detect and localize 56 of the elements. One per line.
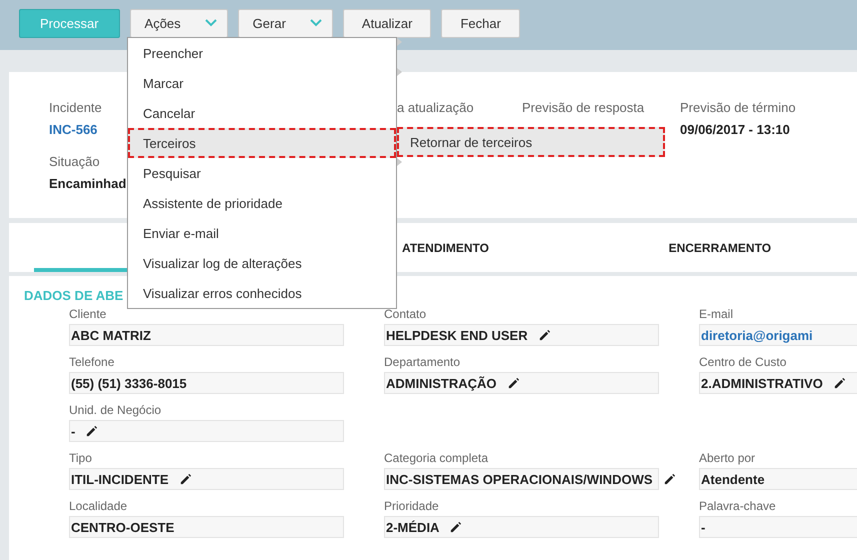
incident-link[interactable]: INC-566 xyxy=(49,122,98,137)
field-label: Prioridade xyxy=(384,499,439,513)
menu-item[interactable]: Cancelar xyxy=(128,98,396,128)
field-label: Telefone xyxy=(69,355,114,369)
field-label: Previsão de término xyxy=(680,100,796,115)
pencil-icon[interactable] xyxy=(662,472,676,486)
field-label: a atualização xyxy=(397,100,474,115)
field-value-box[interactable]: HELPDESK END USER xyxy=(384,324,659,346)
menu-item[interactable]: Assistente de prioridade xyxy=(128,188,396,218)
field-value-box[interactable]: ADMINISTRAÇÃO xyxy=(384,372,659,394)
field-value-box[interactable]: CENTRO-OESTE xyxy=(69,516,344,538)
pencil-icon[interactable] xyxy=(178,472,192,486)
field-label: Previsão de resposta xyxy=(522,100,644,115)
field-label: Incidente xyxy=(49,100,102,115)
field-value-box[interactable]: ABC MATRIZ xyxy=(69,324,344,346)
field-value-box[interactable]: 2.ADMINISTRATIVO xyxy=(699,372,857,394)
toolbar-button[interactable]: Atualizar xyxy=(342,8,432,38)
field-label: Tipo xyxy=(69,451,92,465)
menu-item[interactable]: Visualizar log de alterações xyxy=(128,248,396,278)
field-value-box[interactable]: (55) (51) 3336-8015 xyxy=(69,372,344,394)
field-label: Unid. de Negócio xyxy=(69,403,162,417)
field-value: Encaminhad xyxy=(49,176,126,191)
field-value: 09/06/2017 - 13:10 xyxy=(680,122,790,137)
menu-item[interactable]: Pesquisar xyxy=(128,158,396,188)
pencil-icon[interactable] xyxy=(832,376,846,390)
tab[interactable]: ENCERRAMENTO xyxy=(582,223,857,272)
field-label: Aberto por xyxy=(699,451,756,465)
field-label: Cliente xyxy=(69,307,106,321)
field-value-box[interactable]: 2-MÉDIA xyxy=(384,516,659,538)
field-label: E-mail xyxy=(699,307,734,321)
field-label: Departamento xyxy=(384,355,460,369)
pencil-icon[interactable] xyxy=(85,424,98,438)
field-label: Situação xyxy=(49,154,100,169)
field-value-box[interactable]: - xyxy=(69,420,344,442)
field-value-box[interactable]: Atendente xyxy=(699,468,857,490)
menu-item[interactable]: Marcar xyxy=(128,68,396,98)
menu-item[interactable]: Visualizar erros conhecidos xyxy=(128,278,396,308)
field-label: Centro de Custo xyxy=(699,355,786,369)
toolbar-button[interactable]: Fechar xyxy=(441,8,520,38)
pencil-icon[interactable] xyxy=(506,376,520,390)
menu-item[interactable]: Preencher xyxy=(128,38,396,68)
field-value-box[interactable]: diretoria@origami xyxy=(699,324,857,346)
toolbar-button[interactable]: Ações xyxy=(130,8,228,38)
submenu-item[interactable]: Retornar de terceiros xyxy=(397,127,665,157)
menu-item[interactable]: Enviar e-mail xyxy=(128,218,396,248)
field-label: Categoria completa xyxy=(384,451,488,465)
pencil-icon[interactable] xyxy=(538,328,551,342)
section-title: DADOS DE ABE xyxy=(24,288,124,303)
pencil-icon[interactable] xyxy=(449,520,462,534)
field-label: Contato xyxy=(384,307,426,321)
field-label: Localidade xyxy=(69,499,128,513)
field-label: Palavra-chave xyxy=(699,499,776,513)
field-value-box[interactable]: - xyxy=(699,516,857,538)
field-value-box[interactable]: ITIL-INCIDENTE xyxy=(69,468,344,490)
toolbar-button[interactable]: Gerar xyxy=(238,8,333,38)
menu-item[interactable]: Terceiros xyxy=(128,128,396,158)
